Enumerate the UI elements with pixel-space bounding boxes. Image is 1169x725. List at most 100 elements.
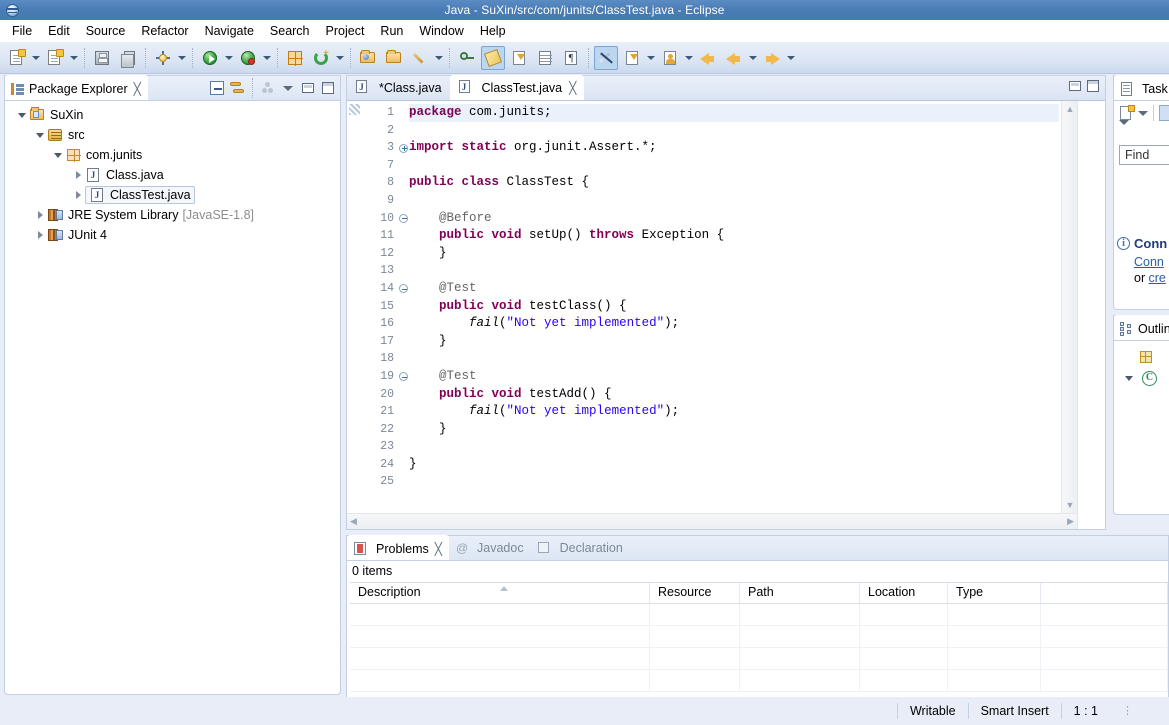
code-line[interactable]: package com.junits; [409, 104, 1059, 122]
fold-toggle-icon[interactable] [397, 210, 409, 228]
editor-vertical-scrollbar[interactable]: ▲ ▼ [1061, 101, 1077, 513]
collapse-twisty-icon[interactable] [71, 168, 85, 182]
editor-tab-class-java[interactable]: J *Class.java [347, 75, 450, 100]
package-filter-icon[interactable] [1138, 349, 1154, 365]
collapse-twisty-icon[interactable] [33, 228, 47, 242]
menu-run[interactable]: Run [372, 22, 411, 40]
menu-help[interactable]: Help [472, 22, 514, 40]
tree-item-src[interactable]: src [5, 125, 340, 145]
minimize-icon[interactable] [1069, 81, 1081, 91]
new-wizard-dropdown-icon[interactable] [30, 47, 42, 69]
table-row[interactable] [350, 670, 1168, 692]
fold-toggle-icon[interactable] [397, 139, 409, 157]
tree-item-package[interactable]: com.junits [5, 145, 340, 165]
code-line[interactable]: @Before [409, 210, 1059, 228]
close-icon[interactable]: ╳ [435, 542, 442, 556]
code-line[interactable]: @Test [409, 368, 1059, 386]
restore-dropdown-icon[interactable] [645, 47, 657, 69]
scroll-up-icon[interactable]: ▲ [1062, 101, 1078, 117]
expand-twisty-icon[interactable] [15, 108, 29, 122]
code-line[interactable]: public void setUp() throws Exception { [409, 227, 1059, 245]
refresh-icon[interactable]: + [309, 46, 333, 70]
next-edit-icon[interactable] [696, 46, 720, 70]
menu-source[interactable]: Source [78, 22, 134, 40]
link-with-editor-icon[interactable] [228, 79, 246, 97]
show-whitespace-icon[interactable]: ¶ [559, 46, 583, 70]
collapse-twisty-icon[interactable] [33, 208, 47, 222]
tab-package-explorer[interactable]: Package Explorer ╳ [5, 75, 148, 100]
chevron-down-icon[interactable] [1138, 110, 1148, 116]
expand-twisty-icon[interactable] [51, 148, 65, 162]
save-all-icon[interactable] [116, 46, 140, 70]
menu-project[interactable]: Project [318, 22, 373, 40]
task-find-input[interactable]: Find [1119, 145, 1169, 165]
code-line[interactable] [409, 473, 1059, 491]
code-line[interactable]: } [409, 245, 1059, 263]
toggle-markup-icon[interactable] [481, 45, 505, 70]
maximize-icon[interactable] [319, 79, 337, 97]
run-dropdown-icon[interactable] [223, 47, 235, 69]
external-tools-dropdown-icon[interactable] [176, 47, 188, 69]
code-line[interactable]: public void testAdd() { [409, 386, 1059, 404]
menu-navigate[interactable]: Navigate [197, 22, 262, 40]
table-row[interactable] [350, 626, 1168, 648]
menu-search[interactable]: Search [262, 22, 318, 40]
misc-dropdown-icon[interactable] [433, 47, 445, 69]
code-line[interactable]: public class ClassTest { [409, 174, 1059, 192]
column-header-type[interactable]: Type [948, 583, 1041, 603]
open-task-icon[interactable] [382, 46, 406, 70]
scroll-left-icon[interactable]: ◀ [350, 516, 357, 527]
collapse-twisty-icon[interactable] [71, 188, 85, 202]
status-resize-grip[interactable]: ⋮ [1110, 706, 1145, 717]
code-editor[interactable]: package com.junits; import static org.ju… [409, 101, 1059, 513]
folding-ruler[interactable] [397, 101, 409, 513]
table-row[interactable] [350, 648, 1168, 670]
new-task-icon[interactable] [1119, 105, 1135, 121]
new-java-class-dropdown-icon[interactable] [68, 47, 80, 69]
close-icon[interactable]: ╳ [569, 81, 576, 95]
tree-item-class-java[interactable]: J Class.java [5, 165, 340, 185]
code-line[interactable] [409, 350, 1059, 368]
code-line[interactable] [409, 122, 1059, 140]
minimize-icon[interactable] [299, 79, 317, 97]
tab-declaration[interactable]: Declaration [531, 535, 630, 560]
external-tools-icon[interactable] [151, 46, 175, 70]
debug-icon[interactable] [236, 46, 260, 70]
new-java-class-icon[interactable] [43, 46, 67, 70]
refresh-dropdown-icon[interactable] [334, 47, 346, 69]
fold-toggle-icon[interactable] [397, 368, 409, 386]
code-line[interactable] [409, 192, 1059, 210]
code-line[interactable]: public void testClass() { [409, 298, 1059, 316]
block-selection-icon[interactable] [533, 46, 557, 70]
selected-node[interactable]: J ClassTest.java [85, 186, 195, 204]
tree-item-suxin[interactable]: SuXin [5, 105, 340, 125]
tree-item-classtest-java[interactable]: J ClassTest.java [5, 185, 340, 205]
code-line[interactable] [409, 157, 1059, 175]
previous-annotation-icon[interactable] [658, 46, 682, 70]
edit-marker-icon[interactable] [408, 46, 432, 70]
tree-item-junit4[interactable]: JUnit 4 [5, 225, 340, 245]
connect-link[interactable]: Conn [1134, 255, 1164, 269]
tab-outline[interactable]: Outlin [1114, 315, 1169, 340]
column-header-resource[interactable]: Resource [650, 583, 740, 603]
menu-edit[interactable]: Edit [40, 22, 78, 40]
view-menu-chevron-icon[interactable] [1119, 120, 1129, 139]
tab-problems[interactable]: Problems ╳ [347, 535, 450, 560]
code-line[interactable]: } [409, 456, 1059, 474]
column-header-description[interactable]: Description [350, 583, 650, 603]
new-wizard-icon[interactable] [5, 46, 29, 70]
tab-javadoc[interactable]: @ Javadoc [449, 535, 531, 560]
annotation-icon[interactable] [507, 46, 531, 70]
run-icon[interactable] [198, 46, 222, 70]
code-line[interactable]: } [409, 421, 1059, 439]
overview-ruler[interactable] [1077, 101, 1105, 529]
column-header-path[interactable]: Path [740, 583, 860, 603]
new-package-icon[interactable] [283, 46, 307, 70]
code-line[interactable] [409, 262, 1059, 280]
previous-annotation-dropdown-icon[interactable] [683, 47, 695, 69]
save-icon[interactable] [90, 46, 114, 70]
restore-icon[interactable] [620, 46, 644, 70]
tab-task-list[interactable]: Task L [1114, 75, 1169, 100]
open-type-icon[interactable] [356, 46, 380, 70]
create-link[interactable]: cre [1148, 271, 1165, 285]
